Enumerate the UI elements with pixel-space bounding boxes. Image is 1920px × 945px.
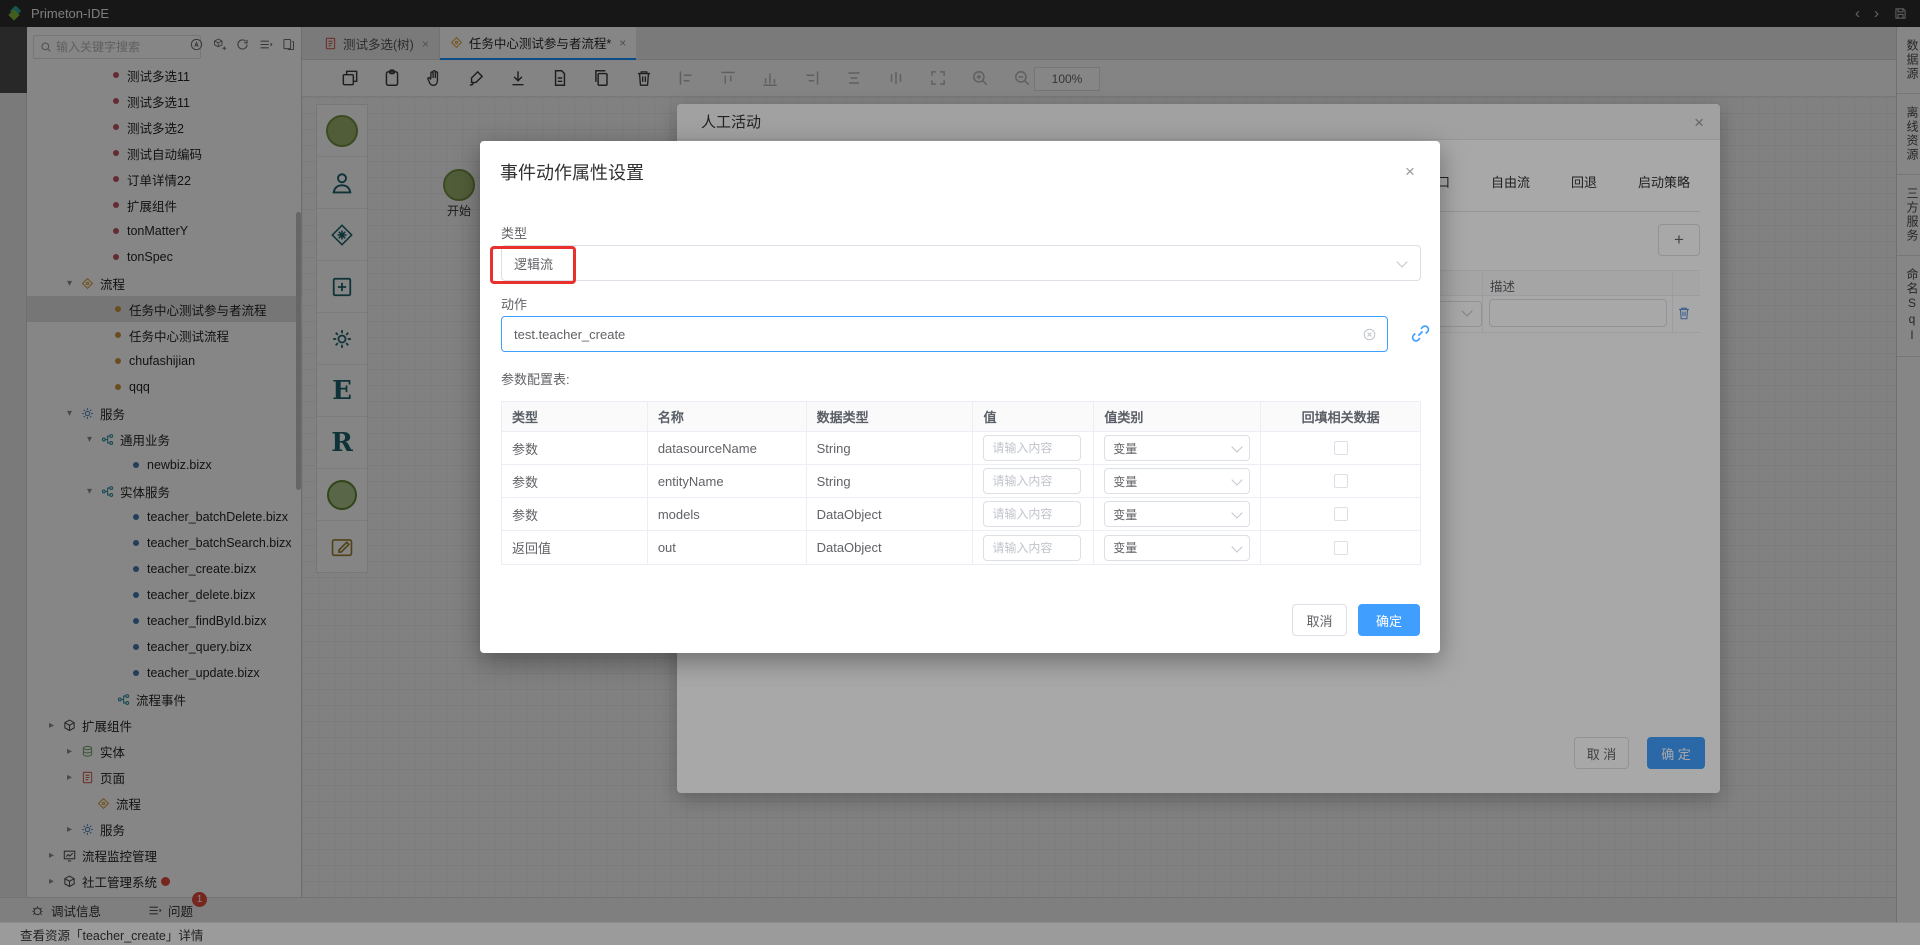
value-type-cell: 变量 <box>1094 498 1261 530</box>
params-col-header: 数据类型 <box>807 402 974 431</box>
event-action-properties-modal: 事件动作属性设置 × 类型 逻辑流 动作 参数配置表: 类型名称数据类型值值类别… <box>480 141 1440 653</box>
chevron-down-icon <box>1232 474 1243 485</box>
chevron-down-icon <box>1396 256 1407 267</box>
value-type-value: 变量 <box>1113 440 1137 457</box>
modal-cancel-button[interactable]: 取消 <box>1292 604 1347 636</box>
backfill-checkbox[interactable] <box>1334 541 1348 555</box>
param-value-input[interactable] <box>983 468 1081 494</box>
param-name-cell: out <box>648 531 807 564</box>
type-label: 类型 <box>501 223 527 242</box>
param-value-input[interactable] <box>983 501 1081 527</box>
chevron-down-icon <box>1232 441 1243 452</box>
param-value-input[interactable] <box>983 535 1081 561</box>
param-value-cell <box>973 498 1094 530</box>
params-row: 返回值outDataObject 变量 <box>502 531 1420 564</box>
clear-input-icon[interactable] <box>1362 327 1377 342</box>
param-type-cell: 返回值 <box>502 531 648 564</box>
param-name-cell: entityName <box>648 465 807 497</box>
params-header-row: 类型名称数据类型值值类别回填相关数据 <box>502 402 1420 432</box>
param-type-cell: 参数 <box>502 465 648 497</box>
backfill-cell <box>1261 432 1420 464</box>
link-action-icon[interactable] <box>1410 323 1431 344</box>
value-type-value: 变量 <box>1113 539 1137 556</box>
value-type-cell: 变量 <box>1094 432 1261 464</box>
params-col-header: 值类别 <box>1094 402 1261 431</box>
params-table-label: 参数配置表: <box>501 369 570 388</box>
param-name-cell: datasourceName <box>648 432 807 464</box>
chevron-down-icon <box>1232 541 1243 552</box>
value-type-select[interactable]: 变量 <box>1104 501 1250 527</box>
backfill-checkbox[interactable] <box>1334 441 1348 455</box>
value-type-value: 变量 <box>1113 473 1137 490</box>
param-type-cell: 参数 <box>502 432 648 464</box>
param-datatype-cell: DataObject <box>807 498 974 530</box>
backfill-cell <box>1261 531 1420 564</box>
action-input[interactable] <box>514 327 1334 342</box>
params-row: 参数modelsDataObject 变量 <box>502 498 1420 531</box>
backfill-checkbox[interactable] <box>1334 507 1348 521</box>
value-type-cell: 变量 <box>1094 531 1261 564</box>
backfill-cell <box>1261 465 1420 497</box>
params-col-header: 名称 <box>648 402 807 431</box>
modal-close-icon[interactable]: × <box>1405 163 1415 180</box>
backfill-checkbox[interactable] <box>1334 474 1348 488</box>
modal-params-table: 类型名称数据类型值值类别回填相关数据参数datasourceNameString… <box>501 401 1421 565</box>
type-select-value: 逻辑流 <box>514 254 553 273</box>
value-type-value: 变量 <box>1113 506 1137 523</box>
type-select[interactable]: 逻辑流 <box>501 245 1421 281</box>
action-input-wrap <box>501 316 1388 352</box>
param-value-input[interactable] <box>983 435 1081 461</box>
chevron-down-icon <box>1232 507 1243 518</box>
modal-ok-button[interactable]: 确定 <box>1358 604 1420 636</box>
value-type-select[interactable]: 变量 <box>1104 535 1250 561</box>
params-col-header: 回填相关数据 <box>1261 402 1420 431</box>
params-row: 参数entityNameString 变量 <box>502 465 1420 498</box>
params-col-header: 值 <box>973 402 1094 431</box>
params-row: 参数datasourceNameString 变量 <box>502 432 1420 465</box>
param-value-cell <box>973 531 1094 564</box>
param-value-cell <box>973 432 1094 464</box>
primeton-ide-app: Primeton-IDE ‹ › 测试多选11测试多选11测试多选2测试自动编码… <box>0 0 1920 945</box>
backfill-cell <box>1261 498 1420 530</box>
params-col-header: 类型 <box>502 402 648 431</box>
param-datatype-cell: DataObject <box>807 531 974 564</box>
param-datatype-cell: String <box>807 465 974 497</box>
modal-title: 事件动作属性设置 <box>500 159 644 185</box>
action-label: 动作 <box>501 294 527 313</box>
value-type-select[interactable]: 变量 <box>1104 435 1250 461</box>
value-type-select[interactable]: 变量 <box>1104 468 1250 494</box>
param-name-cell: models <box>648 498 807 530</box>
param-value-cell <box>973 465 1094 497</box>
value-type-cell: 变量 <box>1094 465 1261 497</box>
param-type-cell: 参数 <box>502 498 648 530</box>
param-datatype-cell: String <box>807 432 974 464</box>
